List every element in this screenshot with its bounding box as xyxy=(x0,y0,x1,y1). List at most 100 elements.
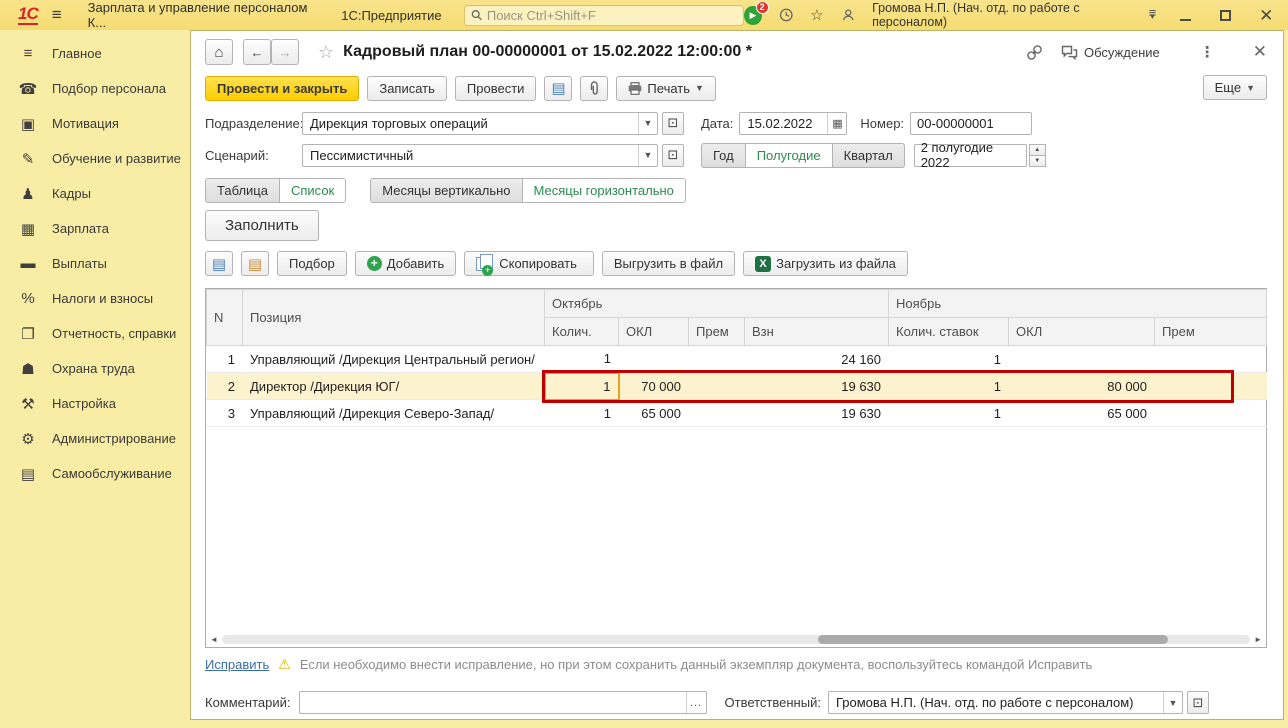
forward-button[interactable]: → xyxy=(271,39,299,65)
period-halfyear-button[interactable]: Полугодие xyxy=(744,142,833,168)
cell-oct-okl[interactable] xyxy=(618,345,689,373)
table-row[interactable]: 1 Управляющий /Дирекция Центральный реги… xyxy=(206,345,1267,373)
export-to-file-button[interactable]: Выгрузить в файл xyxy=(601,251,736,276)
scroll-left-icon[interactable]: ◄ xyxy=(210,635,218,644)
period-year-button[interactable]: Год xyxy=(701,142,746,168)
favorite-star-icon[interactable]: ☆ xyxy=(318,42,334,63)
sidebar-item-administration[interactable]: ⚙ Администрирование xyxy=(0,421,190,456)
discussion-button[interactable]: Обсуждение xyxy=(1061,45,1160,60)
cell-n[interactable]: 2 xyxy=(206,372,243,400)
back-button[interactable]: ← xyxy=(243,39,271,65)
number-field[interactable]: 00-00000001 xyxy=(910,111,1033,135)
cell-nov-prem[interactable] xyxy=(1154,345,1267,373)
months-horizontal-tab[interactable]: Месяцы горизонтально xyxy=(521,177,686,203)
favorites-star-icon[interactable]: ☆ xyxy=(810,8,823,23)
global-search[interactable] xyxy=(463,4,745,26)
sidebar-item-self-service[interactable]: ▤ Самообслуживание xyxy=(0,456,190,491)
cell-oct-vzn[interactable]: 19 630 xyxy=(744,372,889,400)
sidebar-item-taxes[interactable]: % Налоги и взносы xyxy=(0,281,190,316)
scrollbar-thumb[interactable] xyxy=(818,635,1168,644)
cell-oct-okl[interactable]: 70 000 xyxy=(618,372,689,400)
cell-position[interactable]: Управляющий /Дирекция Северо-Запад/ xyxy=(242,399,545,427)
responsible-combo[interactable]: Громова Н.П. (Нач. отд. по работе с перс… xyxy=(827,691,1183,714)
chevron-down-icon[interactable]: ▼ xyxy=(638,144,657,166)
notifications-button[interactable]: ▶ 2 xyxy=(744,0,769,25)
sidebar-item-training[interactable]: ✎ Обучение и развитие xyxy=(0,141,190,176)
more-menu-icon[interactable]: ⋮ xyxy=(1200,43,1215,61)
cell-oct-qty[interactable]: 1 xyxy=(544,345,619,373)
spin-down-icon[interactable]: ▼ xyxy=(1028,154,1046,167)
cell-position[interactable]: Управляющий /Дирекция Центральный регион… xyxy=(242,345,545,373)
cell-oct-okl[interactable]: 65 000 xyxy=(618,399,689,427)
window-minimize-button[interactable] xyxy=(1173,2,1197,28)
close-form-icon[interactable]: ✕ xyxy=(1253,42,1267,62)
get-link-icon[interactable] xyxy=(1026,44,1043,61)
import-from-file-button[interactable]: X Загрузить из файла xyxy=(743,251,908,276)
search-input[interactable] xyxy=(486,7,738,23)
current-user-name[interactable]: Громова Н.П. (Нач. отд. по работе с перс… xyxy=(872,1,1132,29)
responsible-open-button[interactable]: ⊡ xyxy=(1186,691,1209,714)
cell-nov-qty[interactable]: 1 xyxy=(888,345,1009,373)
table-row-selected[interactable]: 2 Директор /Дирекция ЮГ/ 1 70 000 19 630… xyxy=(206,371,1267,401)
chevron-down-icon[interactable]: ▼ xyxy=(1162,692,1182,713)
sidebar-item-salary[interactable]: ▦ Зарплата xyxy=(0,211,190,246)
sidebar-item-settings[interactable]: ⚒ Настройка xyxy=(0,386,190,421)
attachments-button[interactable] xyxy=(580,75,609,101)
post-button[interactable]: Провести xyxy=(454,75,537,101)
calendar-icon[interactable]: ▦ xyxy=(827,112,846,134)
period-value-field[interactable]: 2 полугодие 2022 xyxy=(913,140,1027,170)
cell-oct-qty[interactable]: 1 xyxy=(544,399,619,427)
cell-oct-prem[interactable] xyxy=(688,399,745,427)
scroll-right-icon[interactable]: ► xyxy=(1254,635,1262,644)
more-actions-button[interactable]: Еще ▼ xyxy=(1202,75,1267,100)
department-combo[interactable]: Дирекция торговых операций ▼ xyxy=(302,111,658,135)
cell-nov-prem[interactable] xyxy=(1154,399,1267,427)
months-vertical-tab[interactable]: Месяцы вертикально xyxy=(370,177,523,203)
service-menu-icon[interactable]: ≡ ▾ xyxy=(1149,6,1157,21)
cell-oct-qty-selected[interactable]: 1 xyxy=(543,371,620,401)
cell-nov-qty[interactable]: 1 xyxy=(888,399,1009,427)
comment-more-button[interactable]: ... xyxy=(685,692,706,713)
print-button[interactable]: Печать ▼ xyxy=(616,75,716,101)
main-menu-icon[interactable]: ≡ xyxy=(52,5,62,25)
copy-row-button[interactable]: Скопировать xyxy=(464,251,594,276)
window-close-button[interactable]: ✕ xyxy=(1254,2,1278,28)
sidebar-item-labor-safety[interactable]: ☗ Охрана труда xyxy=(0,351,190,386)
cell-oct-vzn[interactable]: 19 630 xyxy=(744,399,889,427)
cell-oct-vzn[interactable]: 24 160 xyxy=(744,345,889,373)
sidebar-item-recruitment[interactable]: ☎ Подбор персонала xyxy=(0,71,190,106)
department-open-button[interactable]: ⊡ xyxy=(662,111,684,135)
load-positions-button[interactable]: ▤ xyxy=(241,251,269,276)
user-icon[interactable] xyxy=(841,7,856,23)
cell-n[interactable]: 1 xyxy=(206,345,243,373)
fix-document-link[interactable]: Исправить xyxy=(205,657,269,672)
cell-nov-prem[interactable] xyxy=(1154,372,1267,400)
period-quarter-button[interactable]: Квартал xyxy=(831,142,905,168)
view-table-tab[interactable]: Таблица xyxy=(205,177,280,203)
horizontal-scrollbar[interactable] xyxy=(222,635,1250,644)
cell-nov-okl[interactable]: 65 000 xyxy=(1008,399,1155,427)
view-list-tab[interactable]: Список xyxy=(278,177,347,203)
table-row[interactable]: 3 Управляющий /Дирекция Северо-Запад/ 1 … xyxy=(206,399,1267,427)
pick-button[interactable]: Подбор xyxy=(277,251,347,276)
sidebar-item-main[interactable]: ≡ Главное xyxy=(0,36,190,71)
save-button[interactable]: Записать xyxy=(367,75,447,101)
sidebar-item-reports[interactable]: ❐ Отчетность, справки xyxy=(0,316,190,351)
period-spinner[interactable]: ▲ ▼ xyxy=(1028,143,1046,167)
sidebar-item-motivation[interactable]: ▣ Мотивация xyxy=(0,106,190,141)
cell-oct-prem[interactable] xyxy=(688,345,745,373)
history-icon[interactable] xyxy=(779,7,794,23)
scenario-open-button[interactable]: ⊡ xyxy=(662,143,684,167)
scenario-combo[interactable]: Пессимистичный ▼ xyxy=(302,143,658,167)
cell-nov-okl[interactable] xyxy=(1008,345,1155,373)
cell-nov-qty[interactable]: 1 xyxy=(888,372,1009,400)
date-field[interactable]: 15.02.2022 ▦ xyxy=(739,111,848,135)
window-maximize-button[interactable] xyxy=(1214,2,1238,28)
fill-button[interactable]: Заполнить xyxy=(205,210,319,241)
document-structure-button[interactable]: ▤ xyxy=(544,75,573,101)
cell-position[interactable]: Директор /Дирекция ЮГ/ xyxy=(242,372,545,400)
cell-n[interactable]: 3 xyxy=(206,399,243,427)
home-button[interactable]: ⌂ xyxy=(205,39,233,65)
sidebar-item-payments[interactable]: ▬ Выплаты xyxy=(0,246,190,281)
comment-field[interactable]: ... xyxy=(298,691,707,714)
